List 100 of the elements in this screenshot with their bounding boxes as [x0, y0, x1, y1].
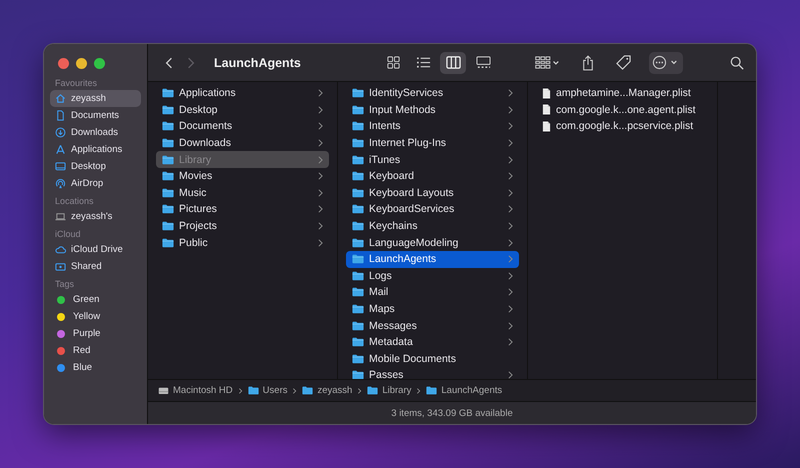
cloud-icon — [55, 244, 66, 255]
sidebar-heading: Tags — [54, 278, 76, 291]
chevron-icon — [292, 386, 298, 394]
folder-row[interactable]: Logs — [346, 268, 519, 284]
sidebar-item[interactable]: AirDrop — [50, 175, 141, 192]
folder-icon — [162, 171, 174, 182]
sidebar-heading: Favourites — [54, 77, 98, 90]
column-view-button[interactable] — [440, 52, 466, 74]
folder-row[interactable]: Public — [156, 234, 329, 251]
folder-row[interactable]: Mobile Documents — [346, 350, 519, 368]
folder-row[interactable]: Pictures — [156, 201, 329, 218]
sidebar-item[interactable]: Green — [50, 291, 141, 308]
folder-icon — [352, 254, 364, 264]
folder-row[interactable]: Mail — [346, 284, 519, 301]
folder-row[interactable]: Keychains — [346, 218, 519, 234]
folder-icon — [162, 221, 174, 232]
folder-row[interactable]: Internet Plug-Ins — [346, 134, 519, 152]
folder-icon — [352, 204, 364, 214]
grid-icon — [386, 55, 400, 70]
desktop-icon — [55, 161, 66, 172]
sidebar-heading: iCloud — [54, 228, 82, 241]
applications-icon — [55, 144, 66, 155]
path-segment[interactable]: Users — [248, 385, 288, 396]
document-icon — [542, 104, 551, 116]
folder-icon — [162, 88, 174, 98]
sidebar-item[interactable]: Yellow — [50, 308, 141, 325]
sidebar-item[interactable]: Blue — [50, 359, 141, 376]
sidebar-item[interactable]: Downloads — [50, 124, 141, 141]
zoom-button[interactable] — [94, 58, 105, 69]
path-segment[interactable]: Library — [367, 385, 412, 396]
sidebar-item[interactable]: Applications — [50, 141, 141, 158]
folder-row[interactable]: Projects — [156, 218, 329, 234]
document-icon — [542, 120, 551, 132]
folder-row[interactable]: KeyboardServices — [346, 201, 519, 218]
shared-folder-icon — [55, 261, 66, 272]
laptop-icon — [55, 211, 66, 222]
search-icon — [730, 56, 744, 70]
folder-icon — [426, 386, 438, 395]
folder-row[interactable]: Input Methods — [346, 102, 519, 118]
sidebar-item[interactable]: Purple — [50, 325, 141, 342]
folder-icon — [352, 88, 364, 98]
sidebar-item[interactable]: Documents — [50, 107, 141, 124]
folder-row[interactable]: iTunes — [346, 151, 519, 168]
file-row[interactable]: com.google.k...one.agent.plist — [536, 102, 709, 118]
folder-row[interactable]: Desktop — [156, 102, 329, 118]
folder-icon — [352, 104, 364, 115]
folder-row[interactable]: Applications — [156, 85, 329, 102]
path-segment[interactable]: Macintosh HD — [158, 385, 233, 396]
path-segment[interactable]: LaunchAgents — [426, 385, 502, 396]
folder-row[interactable]: Metadata — [346, 334, 519, 350]
folder-icon — [162, 204, 174, 214]
folder-row[interactable]: Downloads — [156, 134, 329, 152]
folder-icon — [248, 386, 259, 395]
folder-icon — [352, 354, 364, 364]
folder-icon — [162, 238, 174, 248]
folder-icon — [367, 386, 378, 395]
sidebar-item[interactable]: zeyassh — [50, 90, 141, 107]
chevron-icon — [238, 386, 243, 394]
folder-row[interactable]: Movies — [156, 168, 329, 185]
sidebar-item[interactable]: Desktop — [50, 158, 141, 175]
folder-row[interactable]: Music — [156, 184, 329, 202]
download-icon — [55, 127, 66, 138]
folder-icon — [352, 154, 364, 165]
hard-drive-icon — [158, 386, 169, 395]
folder-icon — [352, 320, 364, 331]
gallery-icon — [476, 55, 490, 70]
folder-row[interactable]: Keyboard Layouts — [346, 184, 519, 202]
share-icon — [582, 54, 594, 70]
folder-icon — [352, 121, 364, 132]
sidebar-item[interactable]: Shared — [50, 258, 141, 275]
folder-icon — [302, 386, 314, 395]
file-row[interactable]: amphetamine...Manager.plist — [536, 85, 709, 102]
folder-icon — [352, 270, 364, 281]
folder-icon — [162, 104, 174, 115]
folder-row[interactable]: Passes — [346, 367, 519, 379]
sidebar-item[interactable]: iCloud Drive — [50, 241, 141, 258]
house-icon — [55, 93, 66, 104]
folder-row[interactable]: Intents — [346, 118, 519, 135]
columns-icon — [446, 55, 460, 70]
folder-row[interactable]: Maps — [346, 300, 519, 318]
folder-row[interactable]: Messages — [346, 317, 519, 334]
document-icon — [55, 110, 66, 121]
folder-row[interactable]: IdentityServices — [346, 85, 519, 102]
sidebar-item[interactable]: zeyassh's — [50, 208, 141, 225]
tag-icon — [616, 55, 631, 70]
minimize-button[interactable] — [76, 58, 87, 69]
folder-icon — [352, 138, 364, 148]
folder-row[interactable]: Documents — [156, 118, 329, 135]
document-icon — [542, 88, 551, 99]
folder-icon — [352, 171, 364, 182]
close-button[interactable] — [58, 58, 69, 69]
folder-row[interactable]: LaunchAgents — [346, 250, 519, 268]
folder-row[interactable]: Keyboard — [346, 168, 519, 185]
folder-icon — [162, 188, 174, 198]
sidebar-item[interactable]: Red — [50, 342, 141, 359]
more-button[interactable] — [649, 52, 683, 74]
folder-row[interactable]: LanguageModeling — [346, 234, 519, 251]
path-segment[interactable]: zeyassh — [302, 385, 352, 396]
sidebar-heading: Locations — [54, 195, 95, 208]
file-row[interactable]: com.google.k...pcservice.plist — [536, 118, 709, 135]
